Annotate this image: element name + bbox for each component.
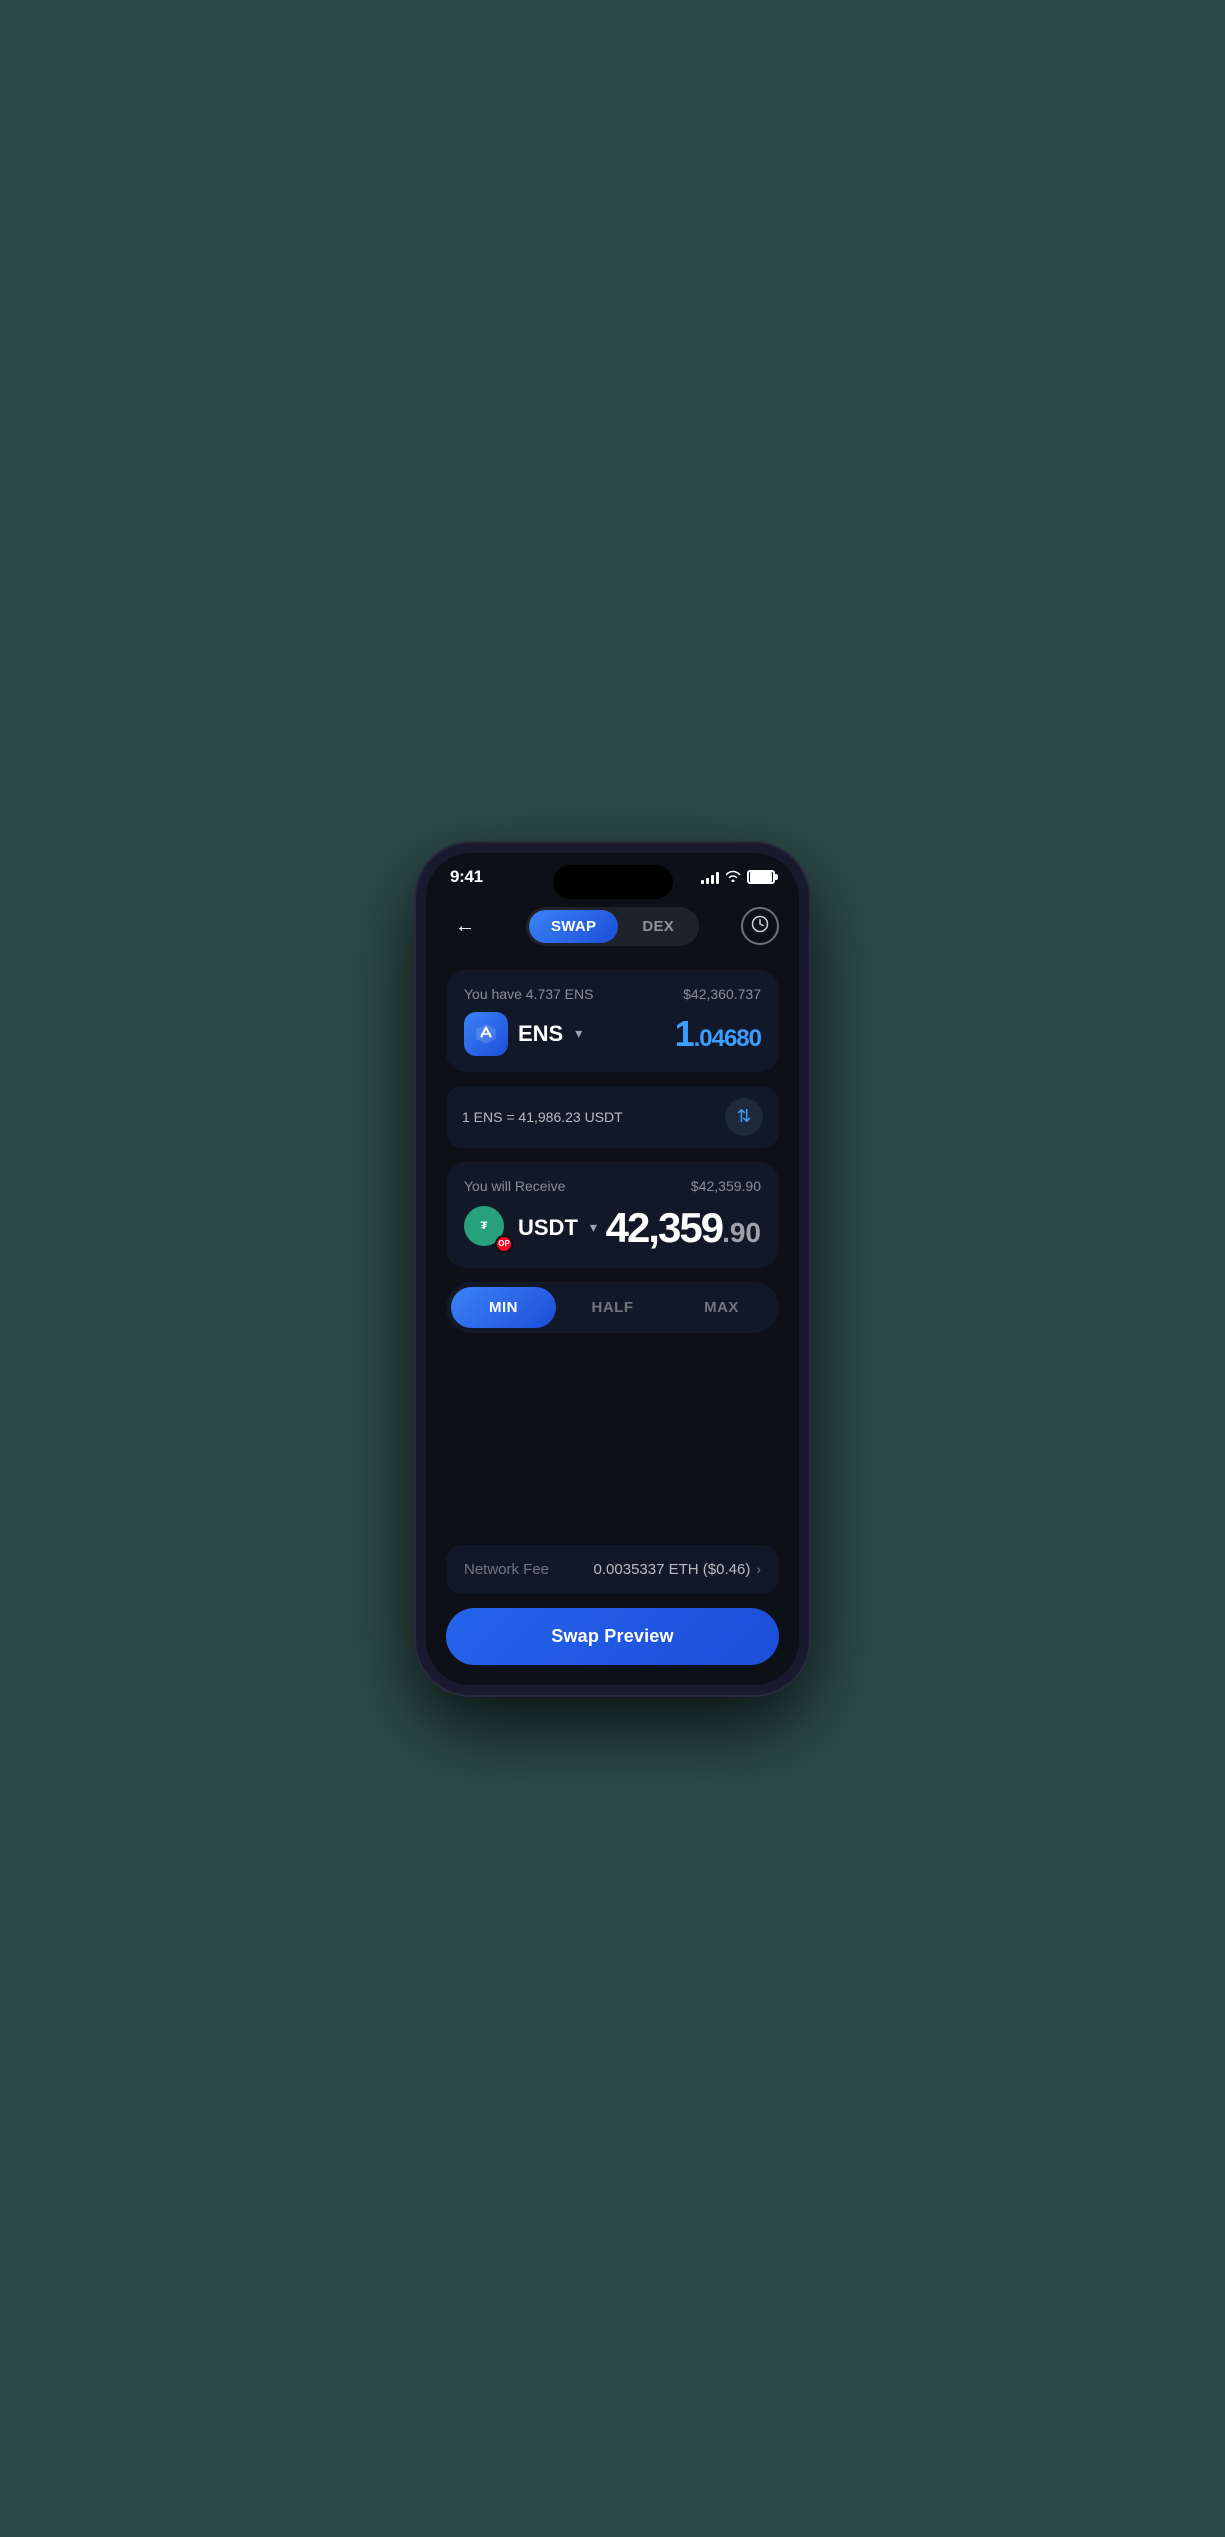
- from-token-header: You have 4.737 ENS $42,360.737: [464, 986, 761, 1002]
- app-content: ← SWAP DEX: [426, 895, 799, 1685]
- swap-preview-button[interactable]: Swap Preview: [446, 1608, 779, 1665]
- from-token-chevron-icon: ▾: [575, 1025, 582, 1042]
- min-button[interactable]: MIN: [451, 1287, 556, 1328]
- status-icons: [701, 869, 775, 885]
- swap-arrows-icon: ⇅: [736, 1106, 751, 1127]
- from-usd-value: $42,360.737: [683, 986, 761, 1002]
- from-token-amount[interactable]: 1.04680: [675, 1013, 761, 1055]
- to-token-chevron-icon: ▾: [590, 1219, 597, 1236]
- swap-direction-button[interactable]: ⇅: [725, 1098, 763, 1136]
- network-fee-value: 0.0035337 ETH ($0.46): [594, 1561, 751, 1578]
- from-token-selector[interactable]: ENS ▾: [464, 1012, 582, 1056]
- tab-swap[interactable]: SWAP: [529, 910, 618, 943]
- from-token-name: ENS: [518, 1021, 563, 1047]
- network-fee-section[interactable]: Network Fee 0.0035337 ETH ($0.46) ›: [446, 1545, 779, 1594]
- fee-value-row: 0.0035337 ETH ($0.46) ›: [594, 1561, 761, 1578]
- dynamic-island: [553, 865, 673, 899]
- to-amount-decimal: .90: [722, 1217, 761, 1248]
- half-button[interactable]: HALF: [560, 1287, 665, 1328]
- to-amount-whole: 42,359: [606, 1204, 722, 1251]
- to-token-name: USDT: [518, 1215, 578, 1241]
- usdt-logo: ₮ OP: [464, 1206, 508, 1250]
- from-token-card: You have 4.737 ENS $42,360.737: [446, 970, 779, 1072]
- to-token-card: You will Receive $42,359.90 ₮ OP USDT: [446, 1162, 779, 1268]
- to-usd-value: $42,359.90: [691, 1178, 761, 1194]
- status-time: 9:41: [450, 867, 483, 887]
- to-token-selector[interactable]: ₮ OP USDT ▾: [464, 1206, 597, 1250]
- battery-icon: [747, 870, 775, 884]
- back-arrow-icon: ←: [455, 915, 475, 938]
- amount-buttons-group: MIN HALF MAX: [446, 1282, 779, 1333]
- back-button[interactable]: ←: [446, 907, 484, 945]
- from-balance-label: You have 4.737 ENS: [464, 986, 593, 1002]
- to-token-row: ₮ OP USDT ▾ 42,359.90: [464, 1204, 761, 1252]
- tab-group: SWAP DEX: [526, 907, 699, 946]
- from-token-row: ENS ▾ 1.04680: [464, 1012, 761, 1056]
- to-token-amount: 42,359.90: [606, 1204, 761, 1252]
- signal-icon: [701, 870, 719, 884]
- header: ← SWAP DEX: [426, 895, 799, 962]
- spacer: [446, 1347, 779, 1525]
- op-badge: OP: [495, 1235, 513, 1253]
- receive-label: You will Receive: [464, 1178, 565, 1194]
- history-button[interactable]: [741, 907, 779, 945]
- to-token-header: You will Receive $42,359.90: [464, 1178, 761, 1194]
- wifi-icon: [725, 869, 741, 885]
- network-fee-label: Network Fee: [464, 1561, 549, 1578]
- fee-chevron-icon: ›: [756, 1561, 761, 1577]
- ens-logo: [464, 1012, 508, 1056]
- max-button[interactable]: MAX: [669, 1287, 774, 1328]
- tab-dex[interactable]: DEX: [620, 910, 696, 943]
- rate-text: 1 ENS = 41,986.23 USDT: [462, 1109, 623, 1125]
- rate-row: 1 ENS = 41,986.23 USDT ⇅: [446, 1086, 779, 1148]
- swap-section: You have 4.737 ENS $42,360.737: [426, 962, 799, 1545]
- history-icon: [751, 915, 769, 938]
